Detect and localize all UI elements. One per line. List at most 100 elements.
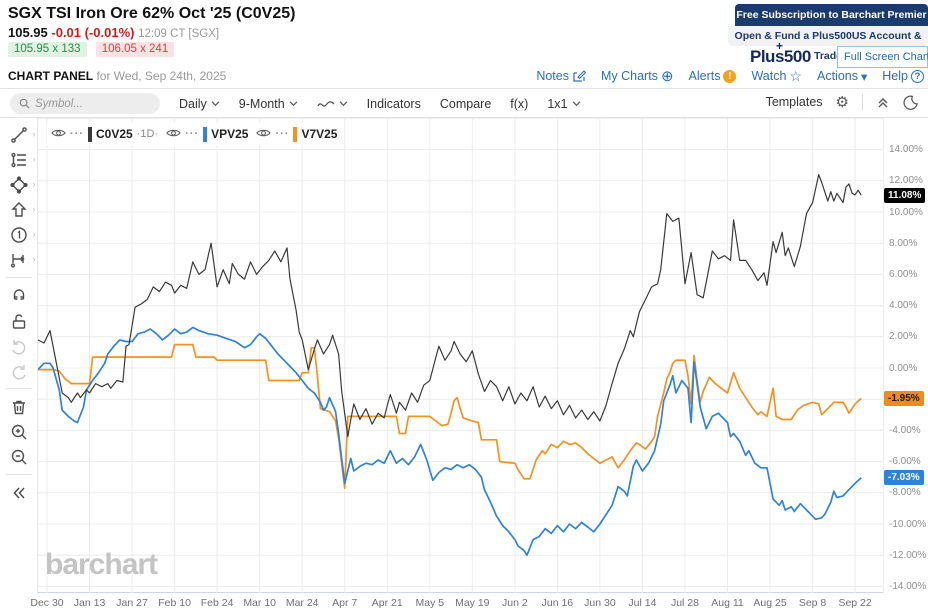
chart-plot-area[interactable]: ··· C0V25·1D· ··· VPV25 ··· V7V25 barchart [38,118,883,593]
last-price: 105.95 [8,25,48,40]
series-color-bar [88,126,92,142]
zoom-in-button[interactable] [2,419,36,444]
visibility-eye-icon[interactable] [256,125,272,143]
x-axis-label: Jun 16 [541,597,574,609]
dark-mode-moon-icon[interactable] [903,95,918,110]
circle-plus-icon: ⊕ [660,68,674,85]
chevron-down-icon [289,100,298,106]
header: SGX TSI Iron Ore 62% Oct '25 (C0V25) 105… [0,0,928,68]
line-style-icon [317,100,335,107]
y-axis-label: 14.00% [889,144,923,156]
note-pencil-icon [573,70,586,82]
submenu-chevron-icon: › [32,254,36,264]
frequency-label: Daily [179,96,207,111]
x-axis-label: May 5 [415,597,445,609]
chart-toolbar: Symbol... Daily 9-Month Indicators Compa… [0,90,928,118]
toolbar-divider [862,94,863,110]
chart-type-dropdown[interactable] [317,98,348,110]
indicators-button[interactable]: Indicators [367,97,421,111]
indicators-label: Indicators [366,96,421,111]
series-menu-dots[interactable]: ··· [185,128,199,140]
y-axis-label: 6.00% [889,268,918,280]
delete-drawings-button[interactable] [2,394,36,419]
panel-title: CHART PANEL [8,69,94,83]
x-axis-label: Jan 13 [73,597,106,609]
y-axis[interactable]: 14.00% 12.00% 10.00% 8.00% 6.00% 4.00% 2.00% 0.… [883,118,928,593]
zoom-out-button[interactable] [2,444,36,469]
header-links: Notes My Charts ⊕ Alerts ! Watch ☆ Actio… [536,67,924,85]
notes-label: Notes [536,69,569,83]
legend-item-v7v25: ··· V7V25 [256,125,337,143]
visibility-eye-icon[interactable] [166,125,181,143]
fx-label: f(x) [510,96,529,111]
y-axis-label: 2.00% [889,331,918,343]
last-price-badge-v7v25: -1.95% [884,390,924,406]
actions-label: Actions [817,69,858,83]
x-axis-label: Aug 25 [753,597,787,609]
lock-drawings-button[interactable] [2,308,36,333]
x-axis[interactable]: Dec 30 Jan 13 Jan 27 Feb 10 Feb 24 Mar 10 Mar … [0,593,928,613]
notes-link[interactable]: Notes [536,69,586,83]
collapse-toolbar-icon[interactable] [876,95,890,109]
magnet-snap-button[interactable] [2,283,36,308]
alerts-link[interactable]: Alerts ! [689,69,737,83]
measure-tool-button[interactable]: › [2,247,36,272]
chart-page: SGX TSI Iron Ore 62% Oct '25 (C0V25) 105… [0,0,928,613]
price-chart-svg [38,118,883,593]
rail-divider [5,388,32,389]
series-menu-dots[interactable]: ··· [70,128,84,140]
visibility-eye-icon[interactable] [51,125,66,143]
gear-icon[interactable]: ⚙ [836,93,849,111]
y-axis-label: -10.00% [889,518,927,530]
templates-button[interactable]: Templates [766,95,823,109]
my-charts-label: My Charts [600,69,658,83]
search-icon [19,98,30,109]
collapse-rail-button[interactable] [2,480,36,505]
bid-ask-row: 105.95 x 133 106.05 x 241 [8,42,180,57]
templates-label: Templates [765,95,823,109]
x-axis-label: Dec 30 [30,597,64,609]
fx-button[interactable]: f(x) [510,97,528,111]
x-axis-label: Sep 8 [798,597,827,609]
plus500-offer-button[interactable]: Open & Fund a Plus500US Account & Trade [728,26,928,62]
arrow-annotation-button[interactable]: › [2,197,36,222]
series-menu-dots[interactable]: ··· [275,128,289,140]
my-charts-link[interactable]: My Charts ⊕ [601,67,674,85]
x-axis-label: Mar 24 [285,597,319,609]
x-axis-label: Sep 22 [838,597,872,609]
watch-link[interactable]: Watch ☆ [751,68,802,85]
series-color-bar [293,126,298,142]
help-circle-icon: ? [911,69,924,83]
range-dropdown[interactable]: 9-Month [239,97,298,111]
series-symbol-label: VPV25 [211,127,249,141]
series-period-label: ·1D· [136,128,159,140]
x-axis-label: Aug 11 [711,597,744,609]
drawing-tools-rail: › › › › › › [0,118,38,593]
y-axis-label: 0.00% [889,362,918,374]
bid-chip: 105.95 x 133 [8,42,87,57]
quote-time: 12:09 CT [SGX] [138,28,220,40]
alert-badge-icon: ! [723,69,737,83]
undo-button[interactable] [2,333,36,358]
shapes-tool-button[interactable]: › [2,172,36,197]
symbol-input[interactable]: Symbol... [10,93,160,114]
premier-banner-button[interactable]: Free Subscription to Barchart Premier [735,4,928,26]
help-link[interactable]: Help ? [882,69,924,83]
annotation-number-button[interactable]: › [2,222,36,247]
actions-link[interactable]: Actions ▾ [817,69,867,84]
y-axis-label: 4.00% [889,300,918,312]
chart-panel-label: CHART PANEL for Wed, Sep 24th, 2025 [8,69,226,83]
trendline-tool-button[interactable]: › [2,122,36,147]
x-axis-label: Jun 30 [584,597,616,609]
submenu-chevron-icon: › [32,204,36,214]
panel-date: for Wed, Sep 24th, 2025 [96,69,227,83]
frequency-dropdown[interactable]: Daily [179,97,220,111]
page-title: SGX TSI Iron Ore 62% Oct '25 (C0V25) [8,5,296,22]
compare-button[interactable]: Compare [440,97,491,111]
rail-divider [5,277,32,278]
fibonacci-tool-button[interactable]: › [2,147,36,172]
x-axis-label: Mar 10 [243,597,276,609]
grid-layout-dropdown[interactable]: 1x1 [547,97,580,111]
redo-button[interactable] [2,358,36,383]
last-price-badge-c0v25: 11.08% [884,187,926,203]
